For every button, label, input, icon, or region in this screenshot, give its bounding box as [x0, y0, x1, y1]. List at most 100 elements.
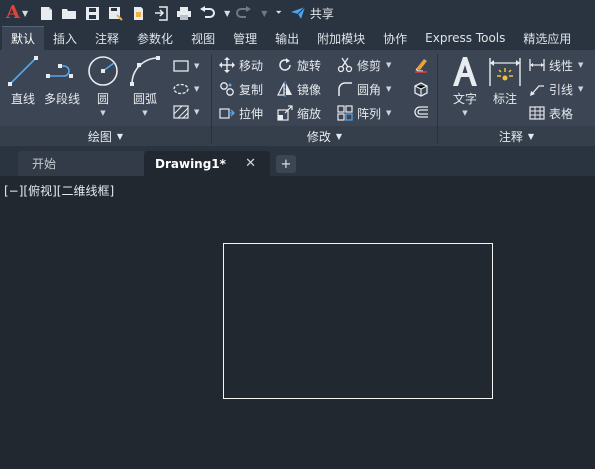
scissors-icon	[336, 56, 354, 74]
rectangle-button[interactable]: ▼	[172, 56, 199, 76]
trim-button[interactable]: 修剪 ▼	[336, 55, 391, 75]
polyline-icon	[45, 54, 79, 88]
tab-7[interactable]: 附加模块	[308, 26, 374, 50]
export-icon[interactable]	[153, 5, 169, 21]
polyline-label: 多段线	[44, 92, 81, 106]
fillet-chevron-down-icon[interactable]: ▼	[386, 85, 391, 93]
copy-icon	[218, 80, 236, 98]
fillet-icon	[336, 80, 354, 98]
modify-group: 移动 旋转 修剪 ▼ 复制 镜像 圆角 ▼ 拉伸 缩放 阵列 ▼ 修改 ▼	[212, 50, 437, 146]
tab-6[interactable]: 输出	[266, 26, 308, 50]
linear-button[interactable]: 线性 ▼	[528, 55, 583, 75]
draw-group-chevron-down-icon: ▼	[116, 131, 124, 141]
drawn-rectangle[interactable]	[223, 243, 493, 399]
leader-label: 引线	[549, 82, 574, 97]
array-icon	[336, 104, 354, 122]
arc-button[interactable]: 圆弧 ▼	[128, 54, 162, 117]
redo-chevron-down-icon[interactable]: ▼	[261, 9, 267, 18]
tab-drawing1[interactable]: Drawing1* ✕	[144, 151, 270, 176]
rotate-label: 旋转	[297, 58, 322, 73]
tab-1[interactable]: 插入	[44, 26, 86, 50]
mirror-button[interactable]: 镜像	[276, 79, 321, 99]
arc-chevron-down-icon[interactable]: ▼	[142, 109, 147, 117]
publish-icon[interactable]	[130, 5, 146, 21]
scale-button[interactable]: 缩放	[276, 103, 321, 123]
line-button[interactable]: 直线	[6, 54, 40, 107]
text-icon	[448, 54, 482, 88]
array-label: 阵列	[357, 106, 382, 121]
annotation-group-label: 注释	[498, 129, 523, 144]
linear-chevron-down-icon[interactable]: ▼	[578, 61, 583, 69]
stretch-button[interactable]: 拉伸	[218, 103, 263, 123]
tab-4[interactable]: 视图	[182, 26, 224, 50]
scale-icon	[276, 104, 294, 122]
polyline-button[interactable]: 多段线	[44, 54, 80, 107]
customize-toolbar-icon[interactable]: ⏷	[275, 8, 281, 18]
circle-button[interactable]: 圆 ▼	[86, 54, 120, 117]
annotation-group: 文字 ▼ 标注 线性 ▼ 引线 ▼ 表格 注释 ▼	[438, 50, 595, 146]
tab-5[interactable]: 管理	[224, 26, 266, 50]
table-label: 表格	[549, 106, 574, 121]
erase-button[interactable]	[412, 55, 433, 75]
line-label: 直线	[10, 92, 35, 106]
circle-chevron-down-icon[interactable]: ▼	[100, 109, 105, 117]
modify-group-label: 修改	[306, 129, 331, 144]
new-file-icon[interactable]	[38, 5, 54, 21]
explode-button[interactable]	[412, 79, 433, 99]
trim-chevron-down-icon[interactable]: ▼	[386, 61, 391, 69]
undo-icon[interactable]	[199, 5, 216, 21]
array-chevron-down-icon[interactable]: ▼	[386, 109, 391, 117]
linear-label: 线性	[549, 58, 574, 73]
ellipse-chevron-down-icon[interactable]: ▼	[194, 85, 199, 93]
tab-9[interactable]: Express Tools	[416, 26, 514, 50]
mirror-icon	[276, 80, 294, 98]
leader-button[interactable]: 引线 ▼	[528, 79, 583, 99]
text-button[interactable]: 文字 ▼	[448, 54, 482, 117]
tab-10[interactable]: 精选应用	[514, 26, 580, 50]
tab-8[interactable]: 协作	[374, 26, 416, 50]
fillet-button[interactable]: 圆角 ▼	[336, 79, 391, 99]
drawing-canvas[interactable]: [−][俯视][二维线框]	[0, 176, 595, 469]
arc-label: 圆弧	[132, 92, 157, 106]
hatch-chevron-down-icon[interactable]: ▼	[194, 108, 199, 116]
text-chevron-down-icon[interactable]: ▼	[462, 109, 467, 117]
tab-0[interactable]: 默认	[2, 26, 45, 50]
ellipse-icon	[172, 80, 190, 98]
move-button[interactable]: 移动	[218, 55, 263, 75]
share-button[interactable]: 共享	[290, 5, 334, 22]
move-label: 移动	[239, 58, 264, 73]
draw-group: 直线 多段线 圆 ▼ 圆弧 ▼ ▼ ▼ ▼ 绘图 ▼	[0, 50, 211, 146]
redo-icon[interactable]	[236, 5, 252, 21]
array-button[interactable]: 阵列 ▼	[336, 103, 391, 123]
offset-button[interactable]	[412, 103, 433, 123]
linear-dimension-icon	[528, 56, 546, 74]
open-folder-icon[interactable]	[61, 5, 77, 21]
app-logo-icon[interactable]: A	[6, 4, 20, 22]
dimension-button[interactable]: 标注	[488, 54, 522, 107]
share-label: 共享	[309, 6, 334, 21]
save-as-icon[interactable]	[107, 5, 123, 21]
rotate-button[interactable]: 旋转	[276, 55, 321, 75]
print-icon[interactable]	[176, 5, 192, 21]
modify-group-chevron-down-icon: ▼	[335, 131, 343, 141]
tab-3[interactable]: 参数化	[128, 26, 182, 50]
undo-chevron-down-icon[interactable]: ▼	[224, 9, 230, 18]
tab-2[interactable]: 注释	[86, 26, 128, 50]
send-icon	[290, 6, 306, 19]
copy-button[interactable]: 复制	[218, 79, 263, 99]
modify-group-title[interactable]: 修改 ▼	[212, 126, 437, 146]
app-menu-chevron-down-icon[interactable]: ▼	[22, 9, 28, 18]
close-icon[interactable]: ✕	[245, 156, 256, 171]
tab-start[interactable]: 开始	[18, 151, 146, 176]
annotation-group-title[interactable]: 注释 ▼	[438, 126, 595, 146]
table-button[interactable]: 表格	[528, 103, 573, 123]
save-icon[interactable]	[84, 5, 100, 21]
new-tab-button[interactable]: +	[276, 155, 296, 173]
draw-group-title[interactable]: 绘图 ▼	[0, 126, 211, 146]
rectangle-chevron-down-icon[interactable]: ▼	[194, 62, 199, 70]
hatch-button[interactable]: ▼	[172, 79, 199, 99]
circle-label: 圆	[96, 92, 109, 106]
hatch-pattern-button[interactable]: ▼	[172, 102, 199, 122]
leader-chevron-down-icon[interactable]: ▼	[578, 85, 583, 93]
viewport-controls[interactable]: [−][俯视][二维线框]	[4, 182, 114, 199]
